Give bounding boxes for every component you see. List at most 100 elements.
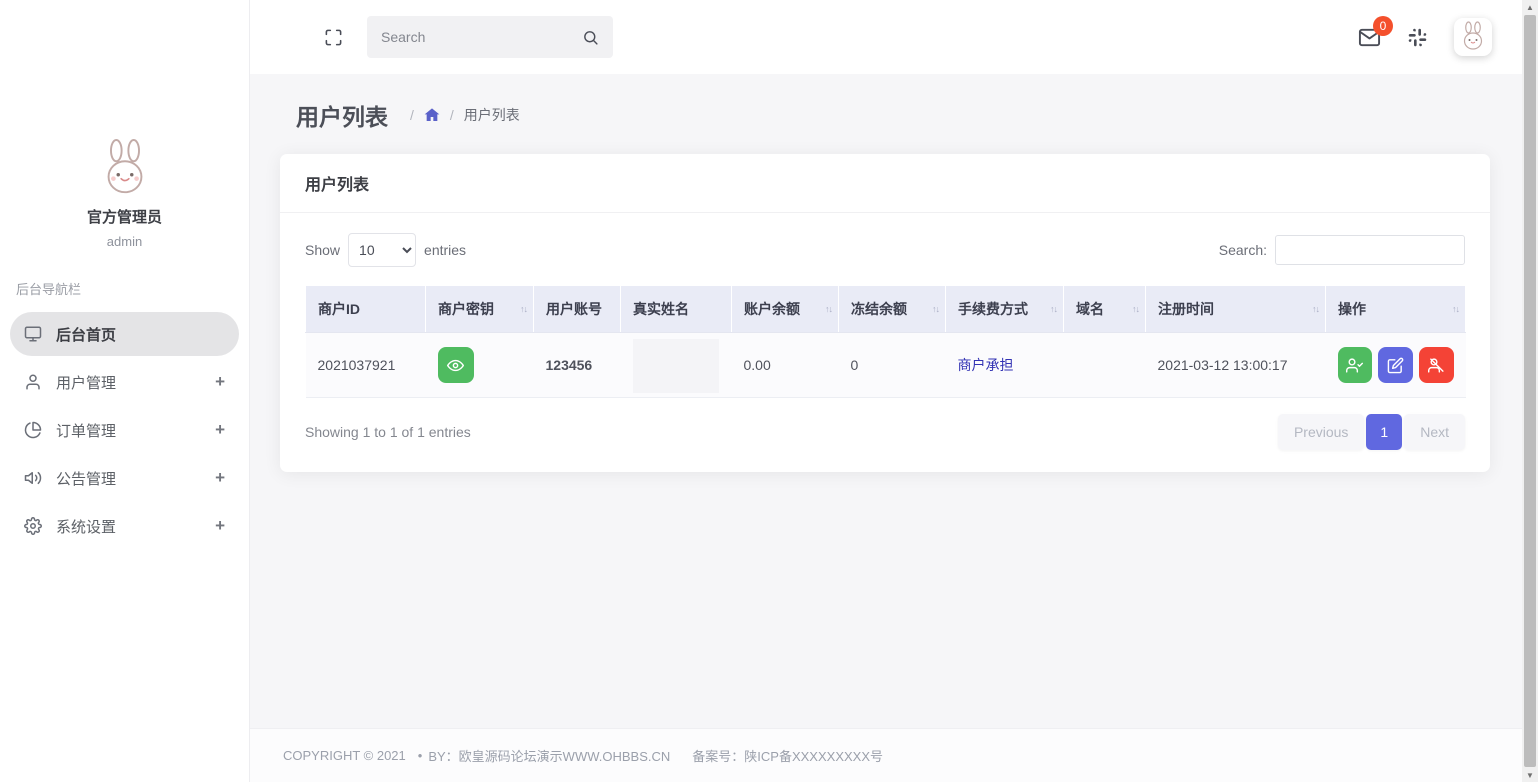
- col-header-frozen[interactable]: 冻结余额↑↓: [839, 286, 946, 333]
- scrollbar-thumb[interactable]: [1524, 15, 1536, 767]
- col-header-balance[interactable]: 账户余额↑↓: [732, 286, 839, 333]
- show-key-button[interactable]: [438, 347, 474, 383]
- search-input[interactable]: [381, 29, 582, 45]
- pagination-previous-button[interactable]: Previous: [1278, 414, 1364, 450]
- plus-icon: +: [215, 372, 225, 392]
- fee-mode-link[interactable]: 商户承担: [958, 357, 1014, 373]
- plus-icon: +: [215, 420, 225, 440]
- sort-icon[interactable]: ↑↓: [1312, 304, 1319, 314]
- sidebar-nav: 后台首页 用户管理 + 订单管理 + 公告管理 +: [0, 308, 249, 552]
- pagination-page-1-button[interactable]: 1: [1366, 414, 1402, 450]
- edit-user-button[interactable]: [1378, 347, 1413, 383]
- cell-fee-mode: 商户承担: [946, 333, 1064, 398]
- fullscreen-icon[interactable]: [324, 28, 343, 47]
- breadcrumb-current: 用户列表: [464, 105, 520, 125]
- navbar-right: 0: [1358, 18, 1492, 56]
- navbar-search: [367, 16, 613, 58]
- search-icon[interactable]: [582, 29, 599, 46]
- breadcrumb-separator: /: [450, 107, 454, 123]
- footer-copyright: COPYRIGHT © 2021: [283, 748, 406, 763]
- sort-icon[interactable]: ↑↓: [1452, 304, 1459, 314]
- profile-username: admin: [0, 234, 249, 249]
- table-footer: Showing 1 to 1 of 1 entries Previous 1 N…: [305, 414, 1465, 450]
- user-avatar[interactable]: [1454, 18, 1492, 56]
- table-header-row: 商户ID 商户密钥↑↓ 用户账号 真实姓名 账户余额↑↓ 冻结余额↑↓ 手续费方…: [306, 286, 1466, 333]
- profile-name: 官方管理员: [0, 206, 249, 227]
- page-length-select[interactable]: 10: [348, 233, 416, 267]
- sort-icon[interactable]: ↑↓: [1050, 304, 1057, 314]
- ban-user-button[interactable]: [1419, 347, 1454, 383]
- pie-chart-icon: [24, 421, 42, 439]
- card-title: 用户列表: [305, 177, 369, 194]
- user-icon: [24, 373, 42, 391]
- menu-toggle-icon[interactable]: [278, 29, 300, 46]
- table-search-input[interactable]: [1275, 235, 1465, 265]
- monitor-icon: [24, 325, 42, 343]
- sort-icon[interactable]: ↑↓: [520, 304, 527, 314]
- table-search-label: Search:: [1219, 242, 1267, 258]
- profile-avatar[interactable]: [96, 138, 154, 196]
- cell-domain: [1064, 333, 1146, 398]
- sidebar: 官方管理员 admin 后台导航栏 后台首页 用户管理 + 订单管理 +: [0, 0, 250, 782]
- col-header-account[interactable]: 用户账号: [534, 286, 621, 333]
- footer-bullet: •: [418, 748, 423, 763]
- scrollbar-up-icon[interactable]: ▲: [1522, 0, 1538, 14]
- main-area: 0 用户列表 /: [250, 0, 1522, 782]
- pagination-next-button[interactable]: Next: [1404, 414, 1465, 450]
- cell-balance: 0.00: [732, 333, 839, 398]
- col-header-register-time[interactable]: 注册时间↑↓: [1146, 286, 1326, 333]
- real-name-placeholder[interactable]: [633, 339, 719, 393]
- sidebar-item-settings[interactable]: 系统设置 +: [10, 504, 239, 548]
- mail-icon[interactable]: 0: [1358, 26, 1381, 49]
- cell-real-name: [621, 333, 732, 398]
- sidebar-item-label: 系统设置: [56, 516, 215, 537]
- user-list-card: 用户列表 Show 10 entries Search:: [280, 154, 1490, 472]
- sort-icon[interactable]: ↑↓: [932, 304, 939, 314]
- sidebar-item-label: 后台首页: [56, 324, 225, 345]
- sidebar-item-dashboard[interactable]: 后台首页: [10, 312, 239, 356]
- cell-frozen: 0: [839, 333, 946, 398]
- scrollbar-down-icon[interactable]: ▼: [1522, 768, 1538, 782]
- col-header-merchant-key[interactable]: 商户密钥↑↓: [426, 286, 534, 333]
- user-slash-icon: [1428, 357, 1445, 374]
- footer-by: BY：欧皇源码论坛演示WWW.OHBBS.CN: [428, 746, 670, 765]
- col-header-actions[interactable]: 操作↑↓: [1326, 286, 1466, 333]
- apps-icon[interactable]: [1407, 27, 1428, 48]
- col-header-domain[interactable]: 域名↑↓: [1064, 286, 1146, 333]
- sidebar-item-label: 订单管理: [56, 420, 215, 441]
- sidebar-item-users[interactable]: 用户管理 +: [10, 360, 239, 404]
- table-controls: Show 10 entries Search:: [305, 233, 1465, 267]
- pagination: Previous 1 Next: [1278, 414, 1465, 450]
- sidebar-item-label: 公告管理: [56, 468, 215, 489]
- user-check-icon: [1346, 357, 1363, 374]
- col-header-real-name[interactable]: 真实姓名: [621, 286, 732, 333]
- page-content: 用户列表 / / 用户列表 用户列表 Show 10 entries: [250, 74, 1522, 728]
- cell-actions: [1326, 333, 1466, 398]
- mail-badge: 0: [1373, 16, 1393, 36]
- breadcrumb-separator: /: [410, 107, 414, 123]
- approve-user-button[interactable]: [1338, 347, 1373, 383]
- top-navbar: 0: [250, 0, 1522, 74]
- sidebar-item-orders[interactable]: 订单管理 +: [10, 408, 239, 452]
- home-icon[interactable]: [424, 107, 440, 123]
- card-body: Show 10 entries Search:: [280, 213, 1490, 472]
- table-info: Showing 1 to 1 of 1 entries: [305, 424, 471, 440]
- plus-icon: +: [215, 468, 225, 488]
- breadcrumb: 用户列表 / / 用户列表: [296, 98, 1490, 132]
- users-table: 商户ID 商户密钥↑↓ 用户账号 真实姓名 账户余额↑↓ 冻结余额↑↓ 手续费方…: [305, 285, 1466, 398]
- sidebar-item-announcements[interactable]: 公告管理 +: [10, 456, 239, 500]
- sort-icon[interactable]: ↑↓: [825, 304, 832, 314]
- plus-icon: +: [215, 516, 225, 536]
- nav-section-label: 后台导航栏: [0, 279, 249, 298]
- cell-merchant-key: [426, 333, 534, 398]
- table-row: 2021037921 123456 0.00 0 商户承担: [306, 333, 1466, 398]
- speaker-icon: [24, 469, 42, 487]
- col-header-fee-mode[interactable]: 手续费方式↑↓: [946, 286, 1064, 333]
- cell-register-time: 2021-03-12 13:00:17: [1146, 333, 1326, 398]
- sort-icon[interactable]: ↑↓: [1132, 304, 1139, 314]
- profile-block: 官方管理员 admin: [0, 0, 249, 249]
- col-header-merchant-id[interactable]: 商户ID: [306, 286, 426, 333]
- table-search: Search:: [1219, 235, 1465, 265]
- window-scrollbar[interactable]: ▲ ▼: [1522, 0, 1538, 782]
- cell-account: 123456: [534, 333, 621, 398]
